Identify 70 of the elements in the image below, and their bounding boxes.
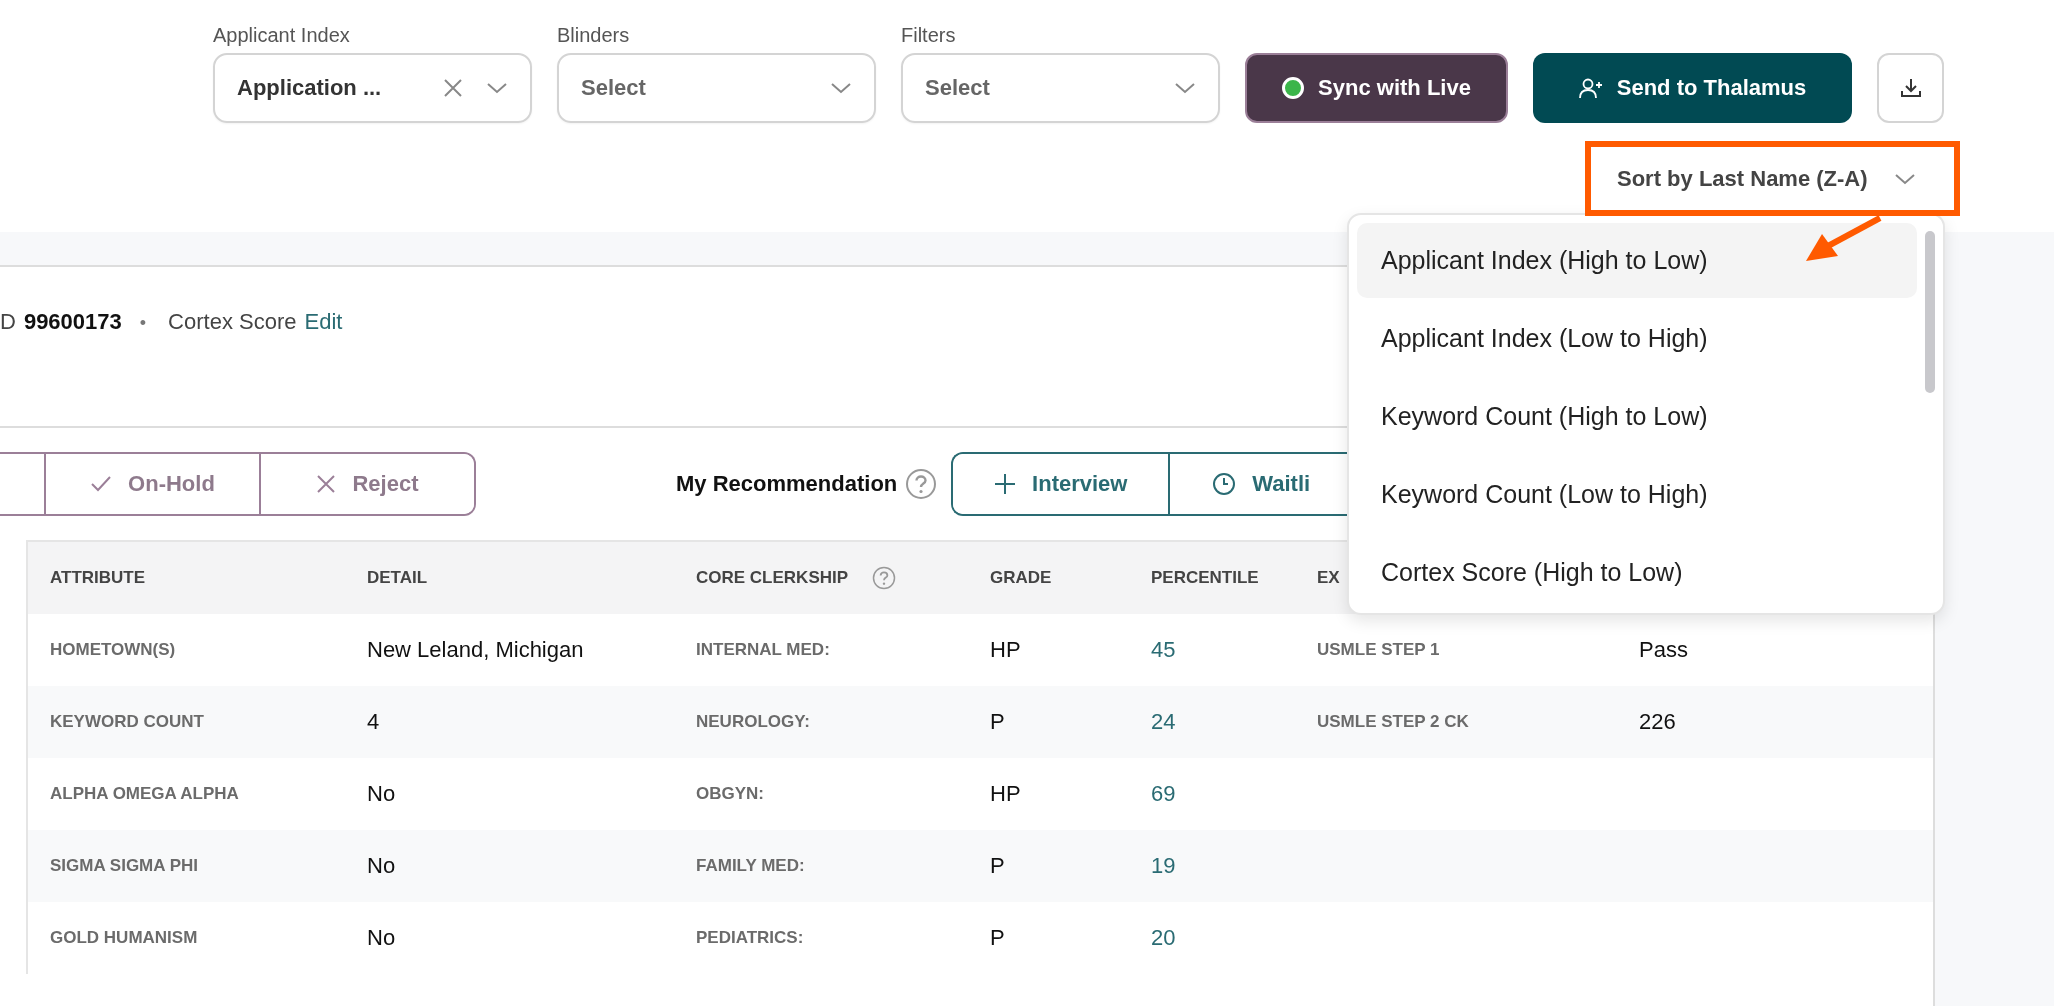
sort-option[interactable]: Cortex Score (High to Low) (1357, 535, 1917, 610)
attribute-cell: GOLD HUMANISM (50, 928, 198, 948)
detail-cell: New Leland, Michigan (367, 637, 584, 663)
download-button[interactable] (1877, 53, 1944, 123)
score-label: Cortex Score (168, 309, 297, 335)
column-header: GRADE (990, 568, 1052, 588)
sync-button[interactable]: Sync with Live (1245, 53, 1508, 123)
clerkship-cell: PEDIATRICS: (696, 928, 804, 948)
grade-cell: HP (990, 781, 1021, 807)
clerkship-cell: FAMILY MED: (696, 856, 805, 876)
grade-cell: P (990, 853, 1005, 879)
percentile-cell: 24 (1151, 709, 1176, 735)
sort-dropdown[interactable]: Sort by Last Name (Z-A) (1617, 165, 1916, 192)
sort-option[interactable]: Keyword Count (High to Low) (1357, 379, 1917, 454)
grade-cell: P (990, 709, 1005, 735)
select-field[interactable]: Application ... (213, 53, 532, 123)
chevron-down-icon (830, 82, 852, 94)
send-button[interactable]: Send to Thalamus (1533, 53, 1852, 123)
clerkship-cell: OBGYN: (696, 784, 764, 804)
percentile-cell: 45 (1151, 637, 1176, 663)
recommendation-label: My Recommendation (676, 471, 898, 497)
clerkship-cell: INTERNAL MED: (696, 640, 830, 660)
exam-cell: USMLE STEP 1 (1317, 640, 1440, 660)
select-field[interactable]: Select (557, 53, 876, 123)
attribute-cell: KEYWORD COUNT (50, 712, 204, 732)
percentile-cell: 69 (1151, 781, 1176, 807)
column-header: PERCENTILE (1151, 568, 1259, 588)
percentile-cell: 20 (1151, 925, 1176, 951)
clerkship-cell: NEUROLOGY: (696, 712, 810, 732)
field-label: Applicant Index (213, 24, 351, 47)
clock-icon (1212, 472, 1237, 496)
column-header: DETAIL (367, 568, 428, 588)
field-label: Filters (901, 24, 957, 47)
help-icon[interactable] (872, 566, 897, 590)
exam-result-cell: Pass (1639, 637, 1688, 663)
detail-cell: No (367, 925, 396, 951)
grade-cell: HP (990, 637, 1021, 663)
attribute-cell: SIGMA SIGMA PHI (50, 856, 198, 876)
column-header: CORE CLERKSHIP (696, 568, 849, 588)
add-user-icon (1578, 77, 1603, 99)
help-icon[interactable] (905, 468, 938, 500)
column-header: ATTRIBUTE (50, 568, 146, 588)
plus-icon (994, 473, 1017, 495)
detail-cell: 4 (367, 709, 380, 735)
applicant-id: 99600173 (23, 309, 122, 335)
sort-option[interactable]: Applicant Index (Low to High) (1357, 301, 1917, 376)
detail-cell: No (367, 853, 396, 879)
separator-dot: • (139, 313, 147, 334)
exam-cell: USMLE STEP 2 CK (1317, 712, 1469, 732)
column-header: EX (1317, 568, 1340, 588)
select-field[interactable]: Select (901, 53, 1220, 123)
detail-cell: No (367, 781, 396, 807)
download-icon (1898, 76, 1923, 100)
check-icon (90, 475, 113, 493)
close-icon (316, 474, 337, 494)
edit-link[interactable]: Edit (304, 309, 343, 335)
decision-button[interactable]: Reject (259, 454, 474, 514)
sort-option[interactable]: Applicant Index (High to Low) (1357, 223, 1917, 298)
clear-icon[interactable] (442, 77, 464, 99)
chevron-down-icon (1893, 172, 1916, 185)
attribute-cell: HOMETOWN(S) (50, 640, 176, 660)
id-label: D (0, 309, 16, 335)
exam-result-cell: 226 (1639, 709, 1676, 735)
grade-cell: P (990, 925, 1005, 951)
chevron-down-icon (1174, 82, 1196, 94)
scrollbar-thumb[interactable] (1925, 231, 1935, 393)
field-label: Blinders (557, 24, 631, 47)
percentile-cell: 19 (1151, 853, 1176, 879)
chevron-down-icon (486, 82, 508, 94)
attribute-cell: ALPHA OMEGA ALPHA (50, 784, 239, 804)
